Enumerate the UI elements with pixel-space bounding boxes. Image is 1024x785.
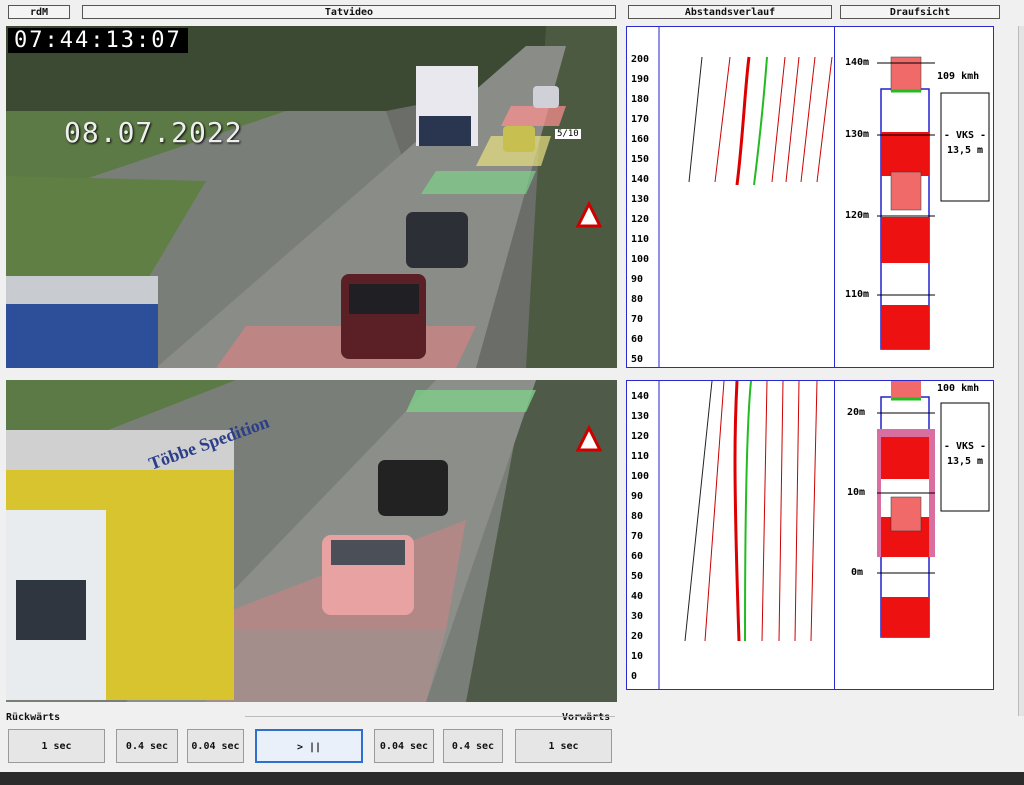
backward-label: Rückwärts: [6, 712, 61, 723]
top-view-panel-lower: 20m 10m 0m 100 kmh - VKS - 13,5 m: [834, 380, 994, 690]
road-scene-top: [6, 26, 617, 368]
vks-label-upper: - VKS -: [943, 130, 987, 141]
right-scroll-strip: [1018, 26, 1024, 716]
axis-tick-label: 170: [631, 114, 649, 125]
axis-tick-label: 110: [631, 451, 649, 462]
speed-readout-lower: 100 kmh: [937, 383, 980, 394]
axis-tick-label: 0: [631, 671, 637, 682]
marker-20m: 20m: [847, 407, 866, 418]
axis-tick-label: 110: [631, 234, 649, 245]
header-rdm: rdM: [8, 5, 70, 19]
marker-140m: 140m: [845, 57, 870, 68]
video-frame-bottom[interactable]: Többe Spedition: [6, 380, 617, 702]
axis-tick-label: 180: [631, 94, 649, 105]
axis-tick-label: 120: [631, 214, 649, 225]
axis-tick-label: 40: [631, 591, 643, 602]
controls-divider: [245, 716, 615, 717]
frame-counter: 5/10: [555, 129, 581, 139]
axis-tick-label: 120: [631, 431, 649, 442]
header-abstandsverlauf: Abstandsverlauf: [628, 5, 832, 19]
axis-tick-label: 190: [631, 74, 649, 85]
axis-tick-label: 130: [631, 411, 649, 422]
axis-tick-label: 50: [631, 571, 643, 582]
axis-tick-label: 60: [631, 334, 643, 345]
back-04sec-button[interactable]: 0.4 sec: [116, 729, 178, 763]
marker-130m: 130m: [845, 129, 870, 140]
marker-110m: 110m: [845, 289, 870, 300]
axis-tick-label: 130: [631, 194, 649, 205]
axis-tick-label: 80: [631, 294, 643, 305]
axis-tick-label: 10: [631, 651, 643, 662]
axis-tick-label: 70: [631, 531, 643, 542]
axis-tick-label: 90: [631, 274, 643, 285]
road-scene-bottom: [6, 380, 617, 702]
distance-panel-top: 200 190 180 170 160 150 140 130 120 110 100 90 80 70 6…: [626, 26, 836, 368]
axis-tick-label: 30: [631, 611, 643, 622]
vks-label-lower: - VKS -: [943, 441, 987, 452]
axis-tick-label: 80: [631, 511, 643, 522]
top-view-panel-upper: 140m 130m 120m 110m 109 kmh - VKS - 13,5…: [834, 26, 994, 368]
fwd-004sec-button[interactable]: 0.04 sec: [374, 729, 434, 763]
distance-panel-bottom: 140 130 120 110 100 90 80 70 60 50 40 30 20 10 0: [626, 380, 836, 690]
axis-tick-label: 150: [631, 154, 649, 165]
speed-readout-upper: 109 kmh: [937, 71, 980, 82]
axis-tick-label: 160: [631, 134, 649, 145]
date-overlay: 08.07.2022: [64, 116, 243, 149]
back-004sec-button[interactable]: 0.04 sec: [187, 729, 244, 763]
header-draufsicht: Draufsicht: [840, 5, 1000, 19]
axis-tick-label: 140: [631, 391, 649, 402]
vks-value-upper: 13,5 m: [946, 145, 984, 156]
bottom-bar: [0, 772, 1024, 785]
axis-tick-label: 200: [631, 54, 649, 65]
vks-value-lower: 13,5 m: [946, 456, 984, 467]
video-frame-top[interactable]: 07:44:13:07 08.07.2022 5/10: [6, 26, 617, 368]
marker-120m: 120m: [845, 210, 870, 221]
forward-label: Vorwärts: [562, 712, 611, 723]
axis-tick-label: 90: [631, 491, 643, 502]
axis-tick-label: 60: [631, 551, 643, 562]
axis-tick-label: 100: [631, 254, 649, 265]
marker-10m: 10m: [847, 487, 866, 498]
axis-tick-label: 140: [631, 174, 649, 185]
fwd-1sec-button[interactable]: 1 sec: [515, 729, 612, 763]
top-view-diagram-lower: [877, 381, 990, 638]
marker-0m: 0m: [851, 567, 864, 578]
back-1sec-button[interactable]: 1 sec: [8, 729, 105, 763]
axis-tick-label: 20: [631, 631, 643, 642]
header-tatvideo: Tatvideo: [82, 5, 616, 19]
axis-tick-label: 100: [631, 471, 649, 482]
play-pause-button[interactable]: > ||: [255, 729, 363, 763]
axis-tick-label: 50: [631, 354, 643, 365]
fwd-04sec-button[interactable]: 0.4 sec: [443, 729, 503, 763]
timestamp: 07:44:13:07: [8, 28, 188, 53]
distance-chart-top: 200 190 180 170 160 150 140 130 120 110 100 90 80 70 6…: [631, 27, 833, 367]
axis-tick-label: 70: [631, 314, 643, 325]
distance-chart-bottom: 1401301201101009080706050403020100: [631, 380, 818, 689]
